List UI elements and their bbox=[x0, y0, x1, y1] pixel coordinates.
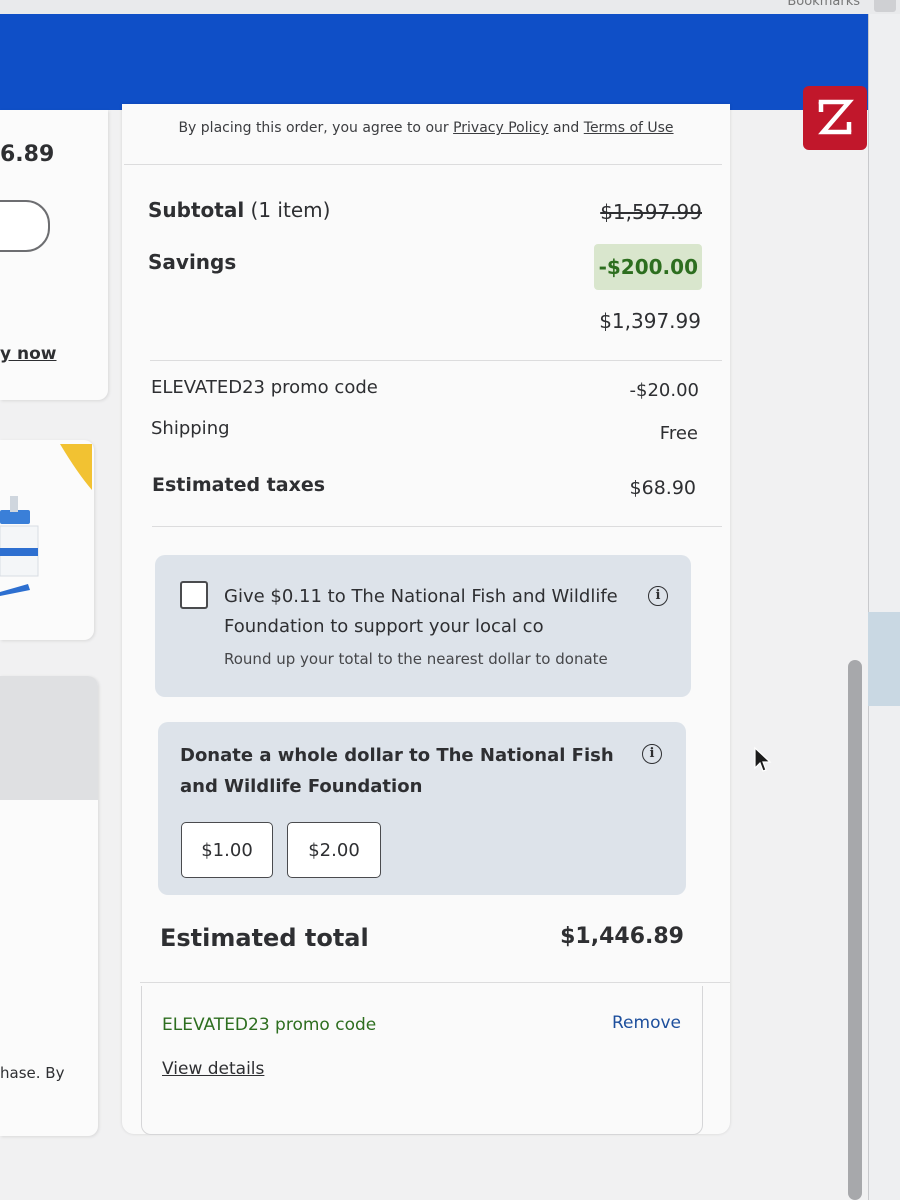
legal-and: and bbox=[548, 120, 584, 136]
browser-extension-tab[interactable] bbox=[874, 0, 896, 12]
round-up-subtext: Round up your total to the nearest dolla… bbox=[224, 650, 608, 668]
site-header bbox=[0, 14, 868, 110]
info-icon[interactable]: i bbox=[648, 586, 668, 606]
info-icon[interactable]: i bbox=[642, 744, 662, 764]
left-amount-fragment: 6.89 bbox=[0, 142, 55, 167]
mouse-cursor-icon bbox=[754, 746, 772, 772]
savings-label: Savings bbox=[148, 250, 237, 274]
estimated-total-value: $1,446.89 bbox=[560, 924, 684, 949]
donate-1-dollar-button[interactable]: $1.00 bbox=[181, 822, 273, 878]
page-scrollbar[interactable] bbox=[848, 660, 862, 1200]
taxes-value: $68.90 bbox=[629, 477, 696, 499]
subtotal-item-count: (1 item) bbox=[250, 198, 331, 222]
browser-bookmarks-bar: Bookmarks bbox=[0, 0, 900, 14]
product-image bbox=[0, 444, 92, 596]
browser-right-edge bbox=[868, 14, 900, 1200]
donate-2-dollar-button[interactable]: $2.00 bbox=[287, 822, 381, 878]
privacy-policy-link[interactable]: Privacy Policy bbox=[453, 120, 548, 136]
legal-prefix: By placing this order, you agree to our bbox=[178, 120, 454, 136]
promo-label: ELEVATED23 promo code bbox=[151, 377, 378, 398]
zoom-extension-icon[interactable] bbox=[803, 86, 867, 150]
shipping-label: Shipping bbox=[151, 418, 230, 439]
taxes-label: Estimated taxes bbox=[152, 474, 326, 496]
divider-top bbox=[124, 164, 722, 165]
left-text-fragment: hase. By bbox=[0, 1064, 65, 1082]
round-up-checkbox[interactable] bbox=[180, 581, 208, 609]
estimated-total-label: Estimated total bbox=[160, 924, 369, 952]
subtotal-label: Subtotal bbox=[148, 198, 245, 222]
promo-discount-value: -$20.00 bbox=[629, 380, 699, 401]
bookmarks-label[interactable]: Bookmarks bbox=[787, 0, 860, 9]
divider-total bbox=[140, 982, 730, 983]
legal-notice: By placing this order, you agree to our … bbox=[122, 120, 730, 136]
promo-card bbox=[141, 986, 703, 1135]
background-strip bbox=[868, 612, 900, 706]
terms-of-use-link[interactable]: Terms of Use bbox=[584, 120, 674, 136]
divider-savings bbox=[150, 360, 722, 361]
round-up-text: Give $0.11 to The National Fish and Wild… bbox=[224, 586, 618, 637]
subtotal-original-price: $1,597.99 bbox=[600, 200, 702, 224]
divider-taxes bbox=[152, 526, 722, 527]
subtotal-row: Subtotal (1 item) bbox=[148, 198, 330, 222]
savings-value: -$200.00 bbox=[598, 255, 698, 279]
subtotal-after-savings: $1,397.99 bbox=[599, 309, 701, 333]
left-link-fragment[interactable]: y now bbox=[0, 344, 57, 364]
shipping-value: Free bbox=[659, 423, 698, 444]
whole-dollar-text: Donate a whole dollar to The National Fi… bbox=[180, 745, 614, 797]
left-pill-button[interactable] bbox=[0, 200, 50, 252]
